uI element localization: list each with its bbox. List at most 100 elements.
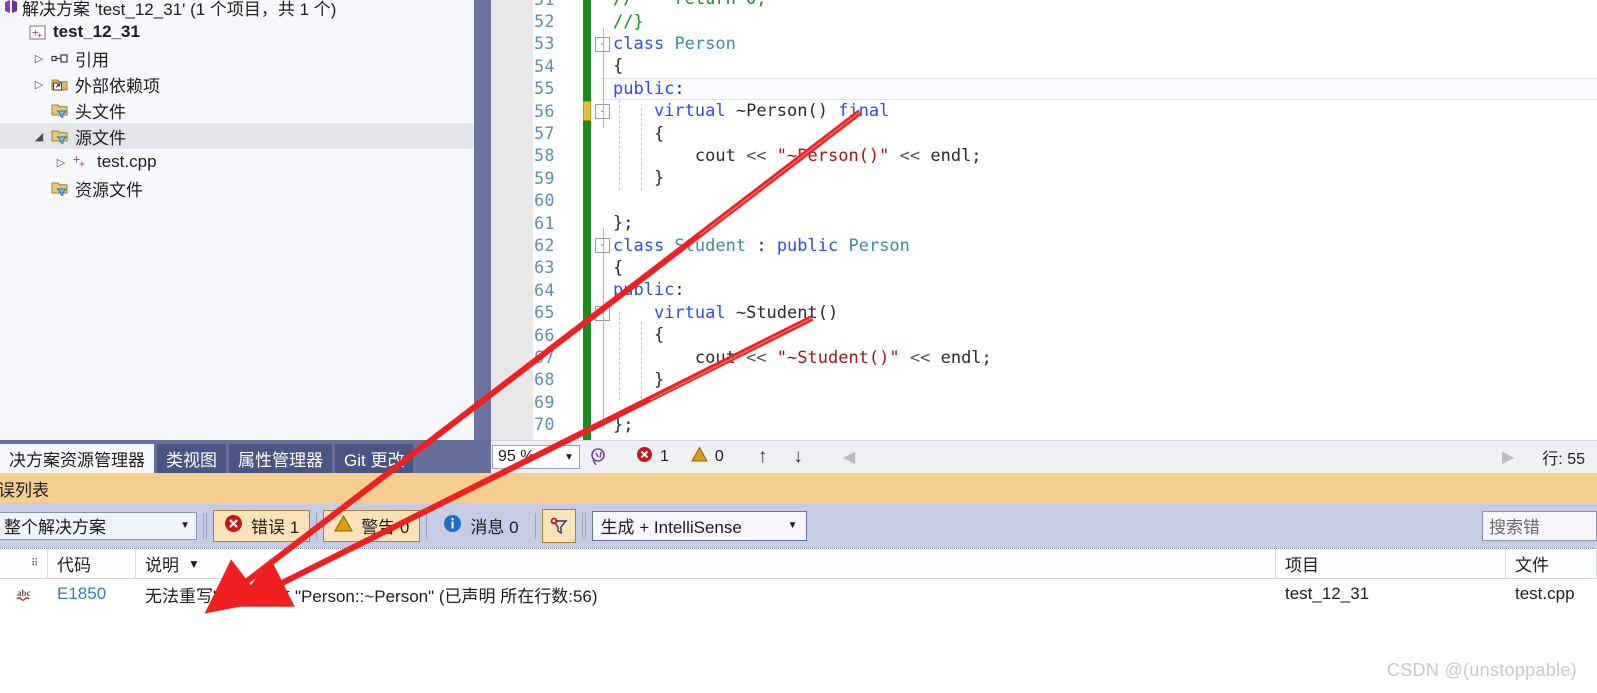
error-list-column-header-0[interactable]: ⠿ bbox=[0, 548, 48, 579]
panel-tab-0[interactable]: 决方案资源管理器 bbox=[0, 444, 154, 473]
solution-header[interactable]: 解决方案 'test_12_31' (1 个项目，共 1 个) bbox=[0, 0, 336, 19]
code-text: cout << "~Student()" << endl; bbox=[613, 347, 992, 368]
sort-descending-icon: ▼ bbox=[188, 556, 200, 571]
solution-tree-item-3[interactable]: 头文件 bbox=[0, 97, 474, 123]
chevron-down-icon: ▼ bbox=[564, 451, 574, 463]
error-list-panel: 误列表 整个解决方案 ▼ 错误 1 警告 0 消息 0 生成 + Intelli… bbox=[0, 473, 1597, 693]
code-text: class Person bbox=[613, 33, 736, 54]
unsaved-change-marker bbox=[583, 101, 591, 122]
error-list-column-header-3[interactable]: 项目 bbox=[1276, 548, 1506, 579]
expand-right-icon[interactable]: ▶ bbox=[1502, 447, 1514, 467]
code-line-66[interactable]: 66 { bbox=[491, 324, 1597, 346]
scope-value: 整个解决方案 bbox=[4, 518, 106, 537]
code-line-53[interactable]: 53- class Person bbox=[491, 33, 1597, 55]
code-text: { bbox=[613, 325, 665, 346]
code-line-58[interactable]: 58 cout << "~Person()" << endl; bbox=[491, 145, 1597, 167]
code-line-62[interactable]: 62- class Student : public Person bbox=[491, 234, 1597, 256]
panel-tab-3[interactable]: Git 更改 bbox=[335, 444, 414, 473]
error-list-column-header-2[interactable]: 说明 ▼ bbox=[136, 548, 1276, 579]
prev-item-arrow-icon[interactable]: ↑ bbox=[758, 446, 768, 468]
solution-tree-item-0[interactable]: + + test_12_31 bbox=[0, 19, 474, 45]
change-bar bbox=[583, 0, 591, 440]
expander-twisty-icon[interactable]: ▷ bbox=[30, 78, 48, 91]
toolbar-separator bbox=[203, 512, 204, 539]
error-file: test.cpp bbox=[1506, 579, 1597, 609]
filter-warnings-label: 警告 0 bbox=[361, 518, 410, 537]
code-text: public: bbox=[613, 78, 685, 99]
zoom-level-value: 95 % bbox=[498, 448, 535, 465]
code-line-54[interactable]: 54 { bbox=[491, 55, 1597, 77]
info-icon bbox=[443, 514, 462, 538]
expander-twisty-icon[interactable]: ▷ bbox=[30, 52, 48, 65]
expander-twisty-icon[interactable]: ◢ bbox=[30, 130, 48, 143]
panel-tab-1[interactable]: 类视图 bbox=[157, 444, 226, 473]
solution-tree-item-1[interactable]: ▷ 引用 bbox=[0, 45, 474, 71]
code-line-57[interactable]: 57 { bbox=[491, 122, 1597, 144]
indent-guide bbox=[619, 100, 620, 190]
editor-status-bar: 95 % ▼ 1 0 ↑ ↓ ◀ ▶ 行: 55 bbox=[491, 440, 1597, 473]
code-line-68[interactable]: 68 } bbox=[491, 369, 1597, 391]
scope-dropdown[interactable]: 整个解决方案 ▼ bbox=[0, 511, 197, 540]
error-icon bbox=[224, 514, 243, 538]
zoom-level-dropdown[interactable]: 95 % ▼ bbox=[492, 445, 580, 469]
code-line-55[interactable]: 55 public: bbox=[491, 78, 1597, 100]
toolbar-separator bbox=[206, 512, 207, 539]
code-line-63[interactable]: 63 { bbox=[491, 257, 1597, 279]
column-chooser-icon[interactable]: ⠿ bbox=[31, 558, 39, 569]
code-line-67[interactable]: 67 cout << "~Student()" << endl; bbox=[491, 346, 1597, 368]
code-editor[interactable]: 51 // return 0; 52 //}53-class Person54 {55 p… bbox=[491, 0, 1597, 440]
solution-explorer-panel: 解决方案 'test_12_31' (1 个项目，共 1 个) + + test_1… bbox=[0, 0, 474, 440]
solution-tree-item-5[interactable]: ▷ + + test.cpp bbox=[0, 149, 474, 175]
status-warning-count[interactable]: 0 bbox=[691, 446, 724, 468]
code-line-56[interactable]: 56- virtual ~Person() final bbox=[491, 100, 1597, 122]
status-error-count[interactable]: 1 bbox=[636, 446, 669, 468]
error-list-header-row: ⠿ 代码 说明 ▼ 项目 文件 bbox=[0, 548, 1597, 579]
error-project-label: test_12_31 bbox=[1285, 584, 1370, 603]
line-number: 65 bbox=[534, 303, 555, 323]
solution-tree-item-label: 外部依赖项 bbox=[75, 76, 160, 96]
solution-tree-item-4[interactable]: ◢ 源文件 bbox=[0, 123, 474, 149]
filter-icon-button[interactable] bbox=[541, 508, 576, 543]
expander-twisty-icon[interactable]: ▷ bbox=[52, 156, 70, 169]
panel-tab-label: 类视图 bbox=[166, 451, 217, 470]
code-line-70[interactable]: 70}; bbox=[491, 414, 1597, 436]
code-line-51[interactable]: 51 // return 0; bbox=[491, 0, 1597, 10]
solution-tree-item-6[interactable]: 资源文件 bbox=[0, 175, 474, 201]
code-line-59[interactable]: 59 } bbox=[491, 167, 1597, 189]
error-list-column-header-4[interactable]: 文件 bbox=[1506, 548, 1597, 579]
code-line-69[interactable]: 69 bbox=[491, 391, 1597, 413]
error-list-column-header-1[interactable]: 代码 bbox=[48, 548, 136, 579]
code-line-60[interactable]: 60 bbox=[491, 190, 1597, 212]
build-filter-dropdown[interactable]: 生成 + IntelliSense ▼ bbox=[591, 510, 807, 541]
error-code-label: E1850 bbox=[57, 584, 107, 603]
funnel-icon bbox=[550, 517, 568, 534]
indent-guide bbox=[603, 228, 604, 428]
code-text: cout << "~Person()" << endl; bbox=[613, 145, 982, 166]
table-row[interactable]: abc E1850 无法重写"final"函数 "Person::~Person" … bbox=[0, 579, 1597, 609]
filter-errors-button[interactable]: 错误 1 bbox=[213, 509, 311, 542]
error-list-title-bar: 误列表 bbox=[0, 473, 1597, 503]
code-line-61[interactable]: 61}; bbox=[491, 212, 1597, 234]
code-line-65[interactable]: 65- virtual ~Student() bbox=[491, 302, 1597, 324]
indent-guide bbox=[641, 108, 642, 190]
search-placeholder: 搜索错 bbox=[1489, 518, 1540, 537]
code-line-64[interactable]: 64 public: bbox=[491, 279, 1597, 301]
panel-tab-strip: 决方案资源管理器 类视图 属性管理器 Git 更改 bbox=[0, 440, 491, 473]
code-line-52[interactable]: 52 //} bbox=[491, 10, 1597, 32]
next-item-arrow-icon[interactable]: ↓ bbox=[793, 446, 803, 468]
warning-icon bbox=[691, 446, 708, 468]
solution-tree-item-2[interactable]: ▷ 外部依赖项 bbox=[0, 71, 474, 97]
line-number: 54 bbox=[534, 56, 555, 76]
error-list-toolbar: 整个解决方案 ▼ 错误 1 警告 0 消息 0 生成 + IntelliSens… bbox=[0, 503, 1597, 548]
search-errors-input[interactable]: 搜索错 bbox=[1482, 510, 1597, 541]
intellisense-icon[interactable] bbox=[584, 447, 614, 467]
column-header-label: 项目 bbox=[1285, 556, 1319, 575]
code-text: } bbox=[613, 168, 665, 189]
filter-warnings-button[interactable]: 警告 0 bbox=[323, 509, 421, 542]
chevron-down-icon: ▼ bbox=[180, 520, 190, 531]
solution-header-label: 解决方案 'test_12_31' (1 个项目，共 1 个) bbox=[22, 0, 337, 19]
code-text: // return 0; bbox=[613, 0, 767, 9]
panel-tab-2[interactable]: 属性管理器 bbox=[229, 444, 332, 473]
collapse-left-icon[interactable]: ◀ bbox=[843, 447, 855, 467]
filter-messages-button[interactable]: 消息 0 bbox=[433, 510, 528, 542]
